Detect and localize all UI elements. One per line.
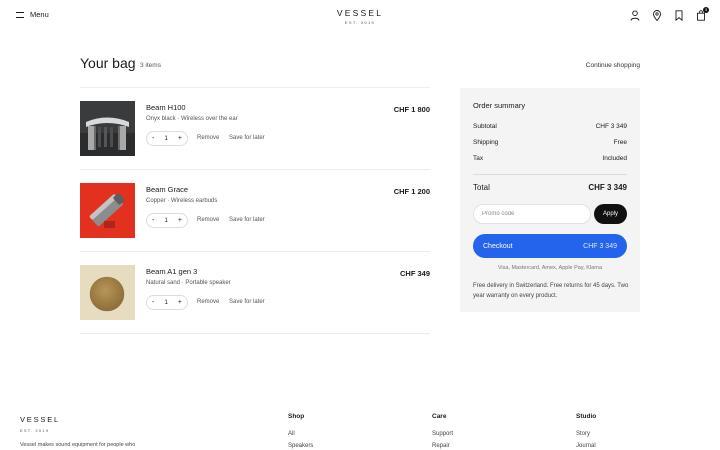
brand-tagline: EST. 2019 (344, 20, 376, 25)
product-price: CHF 1 200 (393, 187, 430, 196)
increase-quantity-button[interactable]: + (178, 217, 182, 224)
shipping-label: Shipping (473, 139, 499, 146)
increase-quantity-button[interactable]: + (178, 135, 182, 142)
product-variant: Natural sand · Portable speaker (146, 280, 231, 286)
product-name[interactable]: Beam Grace (146, 185, 188, 194)
page-title: Your bag (80, 55, 136, 71)
decrease-quantity-button[interactable]: - (152, 217, 154, 224)
item-count: 3 items (140, 62, 161, 69)
brand-name: VESSEL (336, 8, 384, 18)
subtotal-label: Subtotal (473, 123, 497, 130)
footer-link[interactable]: Support (432, 431, 453, 437)
footer-column-title: Studio (576, 413, 597, 420)
payment-methods: Visa, Mastercard, Amex, Apple Pay, Klarn… (497, 265, 603, 271)
quantity-stepper: - 1 + (146, 295, 188, 310)
remove-item-button[interactable]: Remove (197, 217, 219, 223)
total-row: Total CHF 3 349 (473, 183, 627, 192)
order-summary-panel: Order summary Subtotal CHF 3 349 Shippin… (460, 88, 640, 312)
save-for-later-button[interactable]: Save for later (229, 299, 265, 305)
product-variant: Copper · Wireless earbuds (146, 198, 218, 204)
shipping-row: Shipping Free (473, 139, 627, 146)
footer-column-shop: Shop All Speakers (288, 413, 313, 449)
checkout-label: Checkout (483, 242, 513, 250)
user-icon[interactable] (630, 10, 640, 21)
tax-value: Included (602, 155, 627, 162)
total-label: Total (473, 183, 490, 192)
footer-link[interactable]: Repair (432, 443, 453, 449)
footer-column-title: Care (432, 413, 447, 420)
product-thumbnail[interactable] (80, 265, 135, 320)
quantity-stepper: - 1 + (146, 131, 188, 146)
bookmark-icon[interactable] (674, 10, 684, 21)
product-thumbnail[interactable] (80, 101, 135, 156)
save-for-later-button[interactable]: Save for later (229, 217, 265, 223)
save-for-later-button[interactable]: Save for later (229, 135, 265, 141)
tax-row: Tax Included (473, 155, 627, 162)
cart-item: Beam H100 Onyx black · Wireless over the… (80, 88, 430, 170)
shipping-value: Free (613, 139, 627, 146)
summary-title: Order summary (473, 101, 526, 110)
site-header: Menu VESSEL EST. 2019 3 (0, 0, 720, 34)
footer-brand-tagline: EST. 2019 (20, 428, 50, 433)
total-value: CHF 3 349 (588, 183, 627, 192)
footer-description: Vessel makes sound equipment for people … (20, 442, 136, 448)
increase-quantity-button[interactable]: + (178, 299, 182, 306)
product-variant: Onyx black · Wireless over the ear (146, 116, 238, 122)
subtotal-value: CHF 3 349 (595, 123, 627, 130)
product-name[interactable]: Beam A1 gen 3 (146, 267, 197, 276)
continue-shopping-link[interactable]: Continue shopping (586, 62, 640, 69)
location-pin-icon[interactable] (652, 10, 662, 21)
quantity-stepper: - 1 + (146, 213, 188, 228)
promo-code-input[interactable] (473, 204, 591, 224)
footer-link[interactable]: Speakers (288, 443, 313, 449)
cart-item: Beam Grace Copper · Wireless earbuds CHF… (80, 170, 430, 252)
brand-logo[interactable]: VESSEL EST. 2019 (0, 8, 720, 25)
footer-link[interactable]: All (288, 431, 313, 437)
quantity-value: 1 (164, 135, 168, 142)
product-name[interactable]: Beam H100 (146, 103, 186, 112)
subtotal-row: Subtotal CHF 3 349 (473, 123, 627, 130)
product-thumbnail[interactable] (80, 183, 135, 238)
quantity-value: 1 (164, 299, 168, 306)
summary-divider (473, 174, 627, 175)
remove-item-button[interactable]: Remove (197, 299, 219, 305)
remove-item-button[interactable]: Remove (197, 135, 219, 141)
apply-promo-button[interactable]: Apply (594, 204, 627, 224)
checkout-amount: CHF 3 349 (583, 242, 617, 250)
footer-link[interactable]: Story (576, 431, 596, 437)
cart-item: Beam A1 gen 3 Natural sand · Portable sp… (80, 252, 430, 334)
decrease-quantity-button[interactable]: - (152, 299, 154, 306)
product-price: CHF 1 800 (393, 105, 430, 114)
checkout-button[interactable]: Checkout CHF 3 349 (473, 234, 627, 258)
product-price: CHF 349 (399, 269, 430, 278)
footer-column-title: Shop (288, 413, 305, 420)
footer-column-studio: Studio Story Journal (576, 413, 596, 449)
header-actions: 3 (630, 7, 709, 21)
cart-count-badge: 3 (703, 7, 709, 13)
tax-label: Tax (473, 155, 484, 162)
shopping-bag-icon[interactable]: 3 (696, 7, 709, 21)
footer-brand-name: VESSEL (20, 415, 60, 424)
decrease-quantity-button[interactable]: - (152, 135, 154, 142)
footer-column-care: Care Support Repair (432, 413, 453, 449)
quantity-value: 1 (164, 217, 168, 224)
footer-link[interactable]: Journal (576, 443, 596, 449)
delivery-note: Free delivery in Switzerland. Free retur… (473, 283, 629, 299)
